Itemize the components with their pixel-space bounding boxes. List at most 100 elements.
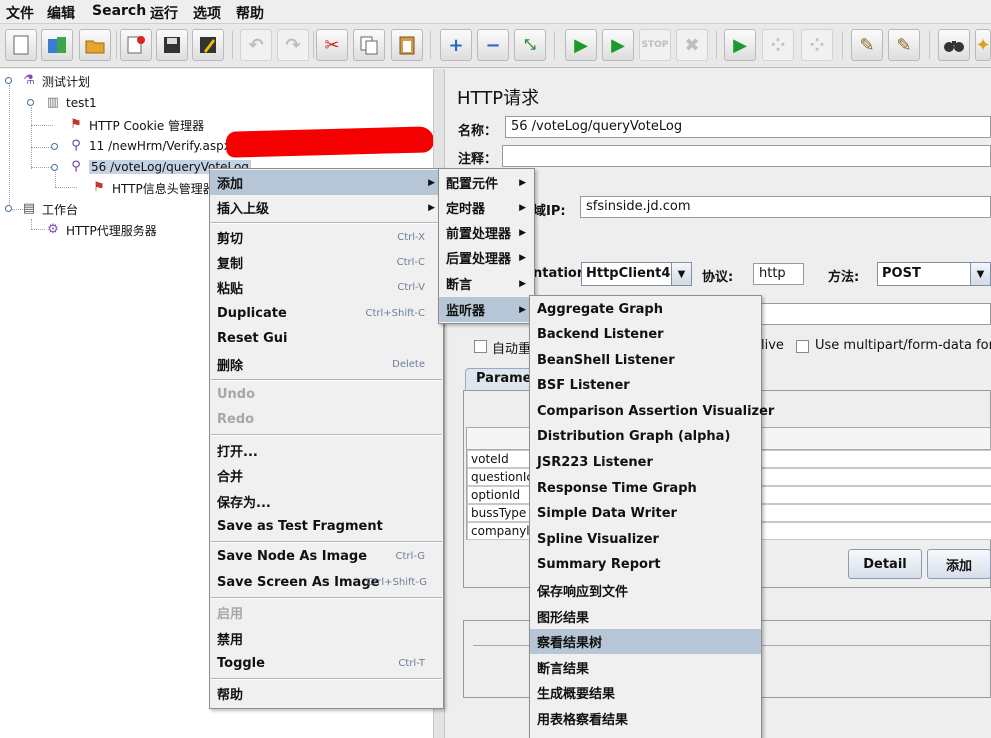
tree-node-test-plan[interactable]: ⚗ 测试计划 (20, 72, 90, 90)
reset-search-icon[interactable]: ✦ (975, 29, 991, 61)
menu-item-aggregate-graph[interactable]: Aggregate Graph (530, 297, 761, 322)
menu-item-postprocessor[interactable]: 后置处理器 ▶ (439, 245, 534, 270)
menu-item-timer[interactable]: 定时器 ▶ (439, 195, 534, 220)
remote-shutdown-icon[interactable]: ⁘ (801, 29, 833, 61)
open-icon[interactable] (79, 29, 111, 61)
start-no-pause-icon[interactable]: ▶ (602, 29, 634, 61)
menu-item-assertion[interactable]: 断言 ▶ (439, 271, 534, 296)
new-icon[interactable] (5, 29, 37, 61)
menu-item-preprocessor[interactable]: 前置处理器 ▶ (439, 220, 534, 245)
tree-node-thread-group[interactable]: ▥ test1 (44, 94, 97, 112)
save-as-icon[interactable] (192, 29, 224, 61)
comment-field[interactable] (502, 145, 991, 167)
menu-item-jsr223-listener[interactable]: JSR223 Listener (530, 450, 761, 475)
menu-item-reset-gui[interactable]: Reset Gui (210, 326, 443, 351)
menu-edit[interactable]: 编辑 (47, 3, 75, 23)
menu-item-graph-results[interactable]: 图形结果 (530, 604, 761, 629)
menu-item-save-node-as-image[interactable]: Save Node As Image Ctrl-G (210, 544, 443, 569)
menu-item-response-time-graph[interactable]: Response Time Graph (530, 476, 761, 501)
start-icon[interactable]: ▶ (565, 29, 597, 61)
redirect-checkbox[interactable] (474, 340, 487, 353)
copy-icon[interactable] (353, 29, 385, 61)
expand-handle[interactable] (5, 205, 12, 212)
menu-item-paste[interactable]: 粘贴 Ctrl-V (210, 275, 443, 300)
menu-item-copy[interactable]: 复制 Ctrl-C (210, 250, 443, 275)
server-ip-field[interactable]: sfsinside.jd.com (580, 196, 991, 218)
menu-item-insert-parent[interactable]: 插入上级 ▶ (210, 195, 443, 220)
paste-icon[interactable] (391, 29, 423, 61)
menu-item-disable[interactable]: 禁用 (210, 626, 443, 651)
menu-item-summary-report[interactable]: Summary Report (530, 552, 761, 577)
menu-item-distribution-graph[interactable]: Distribution Graph (alpha) (530, 424, 761, 449)
chevron-right-icon: ▶ (519, 304, 526, 315)
menu-item-delete[interactable]: 删除 Delete (210, 352, 443, 377)
menu-item-view-results-tree[interactable]: 察看结果树 (530, 629, 761, 654)
save-icon[interactable] (156, 29, 188, 61)
menu-item-redo[interactable]: Redo (210, 407, 443, 432)
close-icon[interactable] (120, 29, 152, 61)
menu-item-spline-visualizer[interactable]: Spline Visualizer (530, 527, 761, 552)
detail-button[interactable]: Detail (848, 549, 922, 579)
menu-item-listener[interactable]: 监听器 ▶ (439, 297, 534, 322)
menu-item-enable[interactable]: 启用 (210, 600, 443, 625)
menu-item-simple-data-writer[interactable]: Simple Data Writer (530, 501, 761, 526)
method-select[interactable]: POST ▼ (877, 262, 991, 286)
menu-item-save-as-test-fragment[interactable]: Save as Test Fragment (210, 514, 443, 539)
protocol-field[interactable]: http (753, 263, 804, 285)
undo-icon[interactable]: ↶ (240, 29, 272, 61)
cut-icon[interactable]: ✂ (316, 29, 348, 61)
menu-item-config-element[interactable]: 配置元件 ▶ (439, 170, 534, 195)
redaction-mark (225, 126, 435, 158)
tree-node-cookie-manager[interactable]: ⚑ HTTP Cookie 管理器 (67, 116, 204, 134)
keepalive-label: live (761, 338, 784, 353)
remote-stop-icon[interactable]: ⁘ (762, 29, 794, 61)
menu-item-assertion-results[interactable]: 断言结果 (530, 655, 761, 680)
menu-item-generate-summary-results[interactable]: 生成概要结果 (530, 680, 761, 705)
menu-options[interactable]: 选项 (193, 3, 221, 23)
expand-handle[interactable] (5, 77, 12, 84)
tree-node-request-11[interactable]: ⚲ 11 /newHrm/Verify.aspx (67, 137, 231, 155)
menu-item-add[interactable]: 添加 ▶ (210, 170, 443, 195)
menu-item-comparison-assertion-visualizer[interactable]: Comparison Assertion Visualizer (530, 399, 774, 424)
menu-item-cut[interactable]: 剪切 Ctrl-X (210, 225, 443, 250)
menu-item-open[interactable]: 打开... (210, 438, 443, 463)
expand-handle[interactable] (51, 143, 58, 150)
menu-item-view-results-in-table[interactable]: 用表格察看结果 (530, 706, 761, 731)
add-button[interactable]: 添加 (927, 549, 991, 579)
menu-item-help[interactable]: 帮助 (210, 681, 443, 706)
multipart-checkbox[interactable] (796, 340, 809, 353)
clear-all-icon[interactable]: ✎ (888, 29, 920, 61)
menu-item-undo[interactable]: Undo (210, 382, 443, 407)
expand-handle[interactable] (27, 99, 34, 106)
expand-icon[interactable]: + (440, 29, 472, 61)
menu-item-merge[interactable]: 合并 (210, 463, 443, 488)
expand-handle[interactable] (51, 164, 58, 171)
menu-item-save-screen-as-image[interactable]: Save Screen As Image Ctrl+Shift-G (210, 570, 443, 595)
shutdown-icon[interactable]: ✖ (676, 29, 708, 61)
menu-item-toggle[interactable]: Toggle Ctrl-T (210, 651, 443, 676)
implementation-select[interactable]: HttpClient4 ▼ (581, 262, 692, 286)
menu-item-bsf-listener[interactable]: BSF Listener (530, 373, 761, 398)
menu-file[interactable]: 文件 (6, 3, 34, 23)
menu-item-duplicate[interactable]: Duplicate Ctrl+Shift-C (210, 301, 443, 326)
tree-node-header-manager[interactable]: ⚑ HTTP信息头管理器 (90, 179, 215, 197)
menu-item-beanshell-listener[interactable]: BeanShell Listener (530, 348, 761, 373)
toggle-icon[interactable]: ⤡ (514, 29, 546, 61)
search-icon[interactable] (938, 29, 970, 61)
collapse-icon[interactable]: − (477, 29, 509, 61)
clear-icon[interactable]: ✎ (851, 29, 883, 61)
remote-start-icon[interactable]: ▶ (724, 29, 756, 61)
menu-item-backend-listener[interactable]: Backend Listener (530, 322, 761, 347)
chevron-right-icon: ▶ (428, 202, 435, 213)
redo-icon[interactable]: ↷ (277, 29, 309, 61)
name-field[interactable]: 56 /voteLog/queryVoteLog (505, 116, 991, 138)
tree-node-proxy-server[interactable]: ⚙ HTTP代理服务器 (44, 221, 157, 239)
menu-help[interactable]: 帮助 (236, 3, 264, 23)
menu-item-save-as[interactable]: 保存为... (210, 489, 443, 514)
menu-item-save-responses-to-file[interactable]: 保存响应到文件 (530, 578, 761, 603)
menu-search[interactable]: Search (92, 3, 146, 19)
templates-icon[interactable] (41, 29, 73, 61)
tree-node-workbench[interactable]: ▤ 工作台 (20, 200, 78, 218)
stop-icon[interactable]: STOP (639, 29, 671, 61)
menu-run[interactable]: 运行 (150, 3, 178, 23)
